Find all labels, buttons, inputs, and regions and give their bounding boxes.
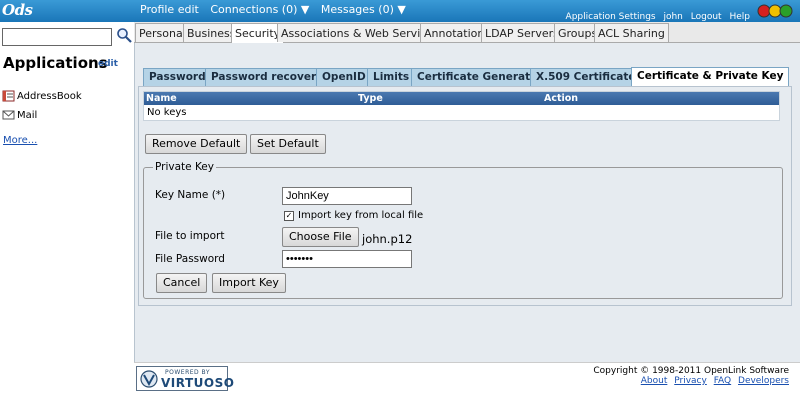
applications-title: Applications [3, 54, 108, 72]
column-type: Type [358, 93, 383, 104]
tab-associations[interactable]: Associations & Web Services [277, 23, 443, 42]
file-password-label: File Password [155, 253, 225, 265]
app-item-mail[interactable]: Mail [2, 109, 37, 121]
logout-link[interactable]: Logout [691, 12, 722, 22]
tab-acl-sharing[interactable]: ACL Sharing [594, 23, 669, 42]
virtuoso-text: VIRTUOSO [161, 376, 235, 390]
subtab-password[interactable]: Password [143, 68, 212, 86]
set-default-button[interactable]: Set Default [250, 134, 326, 154]
key-name-label: Key Name (*) [155, 189, 226, 201]
ods-logo[interactable]: Ods [2, 1, 33, 19]
top-nav: Profile edit Connections (0) ▼ Messages … [140, 3, 414, 16]
import-key-button[interactable]: Import Key [212, 273, 286, 293]
subtab-password-recovery[interactable]: Password recovery [205, 68, 329, 86]
profile-edit-link[interactable]: Profile edit [140, 3, 199, 16]
empty-row: No keys [147, 107, 187, 118]
developers-link[interactable]: Developers [738, 376, 789, 386]
connections-menu[interactable]: Connections (0) ▼ [210, 3, 309, 16]
cancel-button[interactable]: Cancel [156, 273, 208, 293]
messages-menu[interactable]: Messages (0) ▼ [321, 3, 406, 16]
powered-by-virtuoso-badge[interactable]: POWERED BY VIRTUOSO [136, 366, 234, 391]
column-action: Action [544, 93, 579, 104]
top-links: Application Settings john Logout Help [561, 12, 750, 22]
subtab-certificate-generator[interactable]: Certificate Generator [411, 68, 549, 86]
virtuoso-logo-icon [140, 370, 158, 388]
privacy-link[interactable]: Privacy [674, 376, 707, 386]
subtab-openid[interactable]: OpenID [316, 68, 372, 86]
search-icon[interactable] [116, 27, 132, 43]
app-label: AddressBook [17, 91, 82, 102]
search-input[interactable] [2, 28, 112, 46]
column-name: Name [146, 93, 177, 104]
import-local-file-checkbox[interactable]: ✓ [284, 211, 294, 221]
tab-personal[interactable]: Personal [135, 23, 190, 42]
applications-edit-link[interactable]: edit [98, 59, 118, 69]
faq-link[interactable]: FAQ [714, 376, 731, 386]
remove-default-button[interactable]: Remove Default [145, 134, 248, 154]
key-name-input[interactable] [282, 187, 412, 205]
file-to-import-label: File to import [155, 230, 225, 242]
addressbook-icon [2, 90, 15, 102]
app-item-addressbook[interactable]: AddressBook [2, 90, 82, 102]
top-bar: Ods Profile edit Connections (0) ▼ Messa… [0, 0, 800, 22]
file-password-input[interactable] [282, 250, 412, 268]
private-key-legend: Private Key [153, 161, 216, 173]
selected-file-name: john.p12 [362, 232, 413, 246]
import-local-file-label: Import key from local file [298, 210, 424, 221]
app-label: Mail [17, 110, 38, 121]
copyright-text: Copyright © 1998-2011 OpenLink Software [593, 366, 789, 376]
choose-file-button[interactable]: Choose File [282, 227, 359, 247]
user-link[interactable]: john [663, 12, 682, 22]
profile-tabs: Personal Business Security Associations … [134, 22, 800, 43]
powered-by-text: POWERED BY [165, 369, 211, 376]
mail-icon [2, 110, 15, 120]
application-settings-link[interactable]: Application Settings [566, 12, 656, 22]
keys-table-header: Name Type Action [144, 92, 779, 105]
more-apps-link[interactable]: More... [3, 135, 37, 146]
subtab-certificate-private-key[interactable]: Certificate & Private Key [631, 67, 790, 86]
tab-ldap-servers[interactable]: LDAP Servers [481, 23, 563, 42]
subtab-limits[interactable]: Limits [367, 68, 416, 86]
help-link[interactable]: Help [729, 12, 750, 22]
keys-table: Name Type Action No keys [143, 91, 780, 121]
footer-links: About Privacy FAQ Developers [637, 376, 789, 386]
openlink-logo-icon [757, 4, 793, 18]
about-link[interactable]: About [641, 376, 668, 386]
